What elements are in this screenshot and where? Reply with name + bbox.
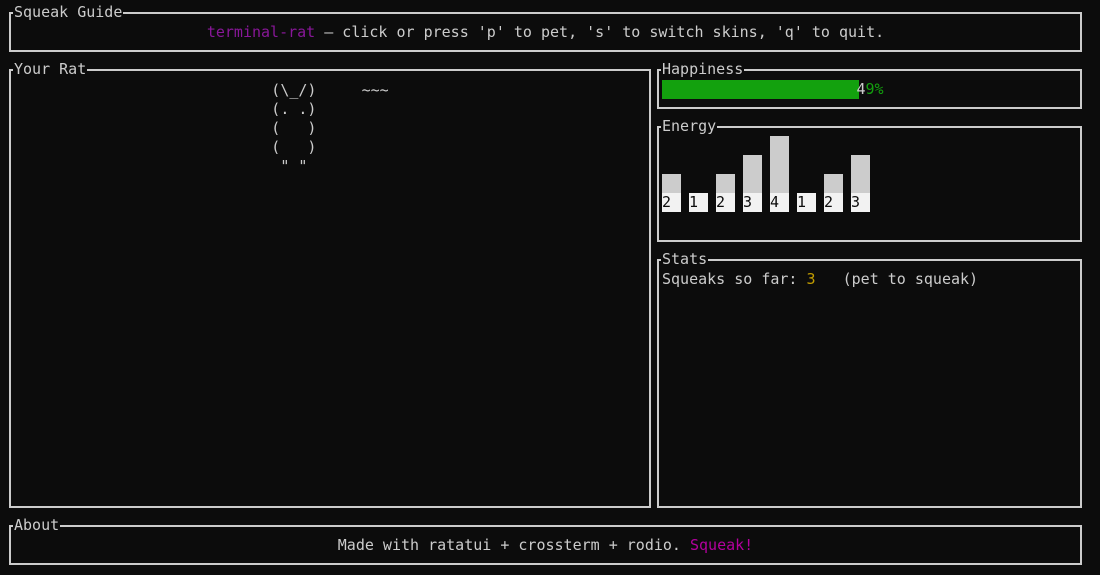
energy-bar-label: 3	[851, 193, 870, 212]
squeak-hint: (pet to squeak)	[815, 270, 979, 288]
guide-panel-title: Squeak Guide	[13, 3, 124, 22]
about-panel: About Made with ratatui + crossterm + ro…	[9, 516, 1082, 565]
rat-art-line-5: " "	[271, 157, 389, 175]
happiness-gauge-char: 9	[865, 80, 875, 98]
energy-bar-chart: 21234123	[659, 128, 1080, 240]
squeak-count-line: Squeaks so far: 3 (pet to squeak)	[662, 270, 978, 289]
app-name: terminal-rat	[206, 23, 316, 41]
happiness-gauge-label: 49%	[662, 80, 1078, 99]
energy-bar-label: 1	[689, 193, 708, 212]
about-squeak: Squeak!	[689, 536, 754, 554]
about-text: Made with ratatui + crossterm + rodio.	[337, 536, 690, 554]
stats-panel-title: Stats	[661, 250, 709, 269]
happiness-panel-title: Happiness	[661, 60, 745, 79]
rat-art-line-4: ( )	[271, 138, 389, 156]
rat-art-line-1: (\_/) ~~~	[271, 81, 389, 99]
energy-bar-label: 3	[743, 193, 762, 212]
guide-panel: Squeak Guide terminal-rat — click or pre…	[9, 3, 1082, 52]
energy-bar-label: 2	[716, 193, 735, 212]
happiness-panel: Happiness 49%	[657, 60, 1082, 109]
happiness-gauge-char: %	[874, 80, 884, 98]
energy-bar-label: 2	[824, 193, 843, 212]
energy-panel: Energy 21234123	[657, 117, 1082, 242]
guide-instructions: — click or press 'p' to pet, 's' to swit…	[315, 23, 885, 41]
energy-bar-label: 1	[797, 193, 816, 212]
rat-art-line-3: ( )	[271, 119, 389, 137]
about-panel-title: About	[13, 516, 61, 535]
squeak-count-label: Squeaks so far:	[662, 270, 807, 288]
guide-line: terminal-rat — click or press 'p' to pet…	[11, 23, 1080, 42]
squeak-count-value: 3	[806, 270, 816, 288]
rat-ascii-art[interactable]: (\_/) ~~~ (. .) ( ) ( ) " "	[11, 81, 649, 176]
rat-panel[interactable]: Your Rat (\_/) ~~~ (. .) ( ) ( ) " "	[9, 60, 651, 508]
rat-art-line-2: (. .)	[271, 100, 389, 118]
about-line: Made with ratatui + crossterm + rodio. S…	[11, 536, 1080, 555]
rat-panel-title: Your Rat	[13, 60, 88, 79]
energy-bar-label: 4	[770, 193, 789, 212]
happiness-gauge: 49%	[662, 80, 1078, 99]
stats-panel: Stats Squeaks so far: 3 (pet to squeak)	[657, 250, 1082, 508]
energy-bar-label: 2	[662, 193, 681, 212]
